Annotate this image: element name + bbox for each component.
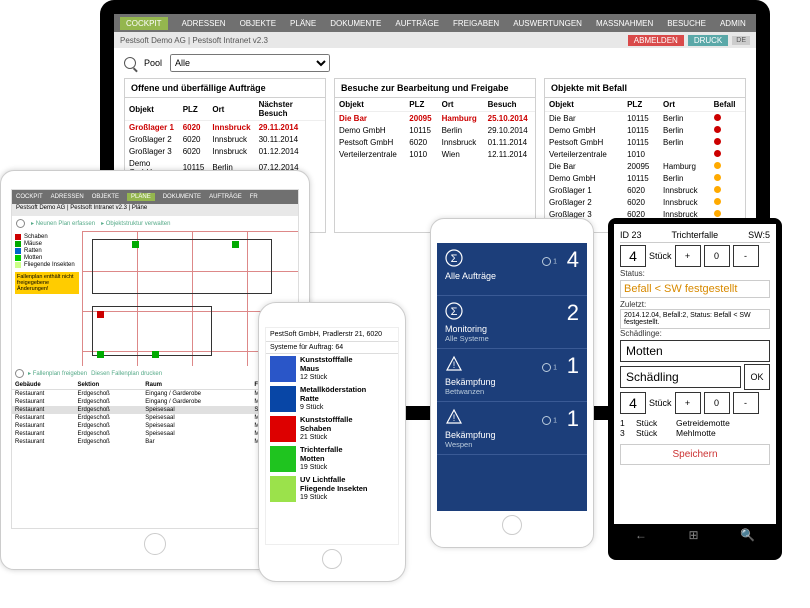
pest-field-1[interactable]: Motten — [620, 340, 770, 362]
gear-icon[interactable] — [15, 369, 24, 378]
panel-visits: Besuche zur Bearbeitung und Freigabe Obj… — [334, 78, 536, 233]
trap-type: Trichterfalle — [671, 230, 718, 240]
system-row[interactable]: MetallköderstationRatte9 Stück — [266, 384, 398, 414]
zero-button[interactable]: 0 — [704, 245, 730, 267]
pool-label: Pool — [144, 58, 162, 68]
tile[interactable]: Σ2MonitoringAlle Systeme — [437, 296, 587, 349]
plus-button[interactable]: + — [675, 392, 701, 414]
nav-massnahmen[interactable]: MASSNAHMEN — [596, 19, 653, 28]
infestation-table: ObjektPLZOrtBefallDie Bar10115BerlinDemo… — [545, 98, 745, 232]
rooms-table: GebäudeSektionRaumFalleRestaurantErdgesc… — [12, 381, 298, 446]
status-label: Status: — [620, 269, 770, 278]
logout-button[interactable]: ABMELDEN — [628, 35, 684, 46]
unit-label: Stück — [649, 251, 672, 261]
panel-title: Besuche zur Bearbeitung und Freigabe — [335, 79, 535, 98]
pests-label: Schädlinge: — [620, 329, 770, 338]
nav-besuche[interactable]: BESUCHE — [667, 19, 706, 28]
windows-icon[interactable]: ⊞ — [688, 528, 698, 542]
home-button[interactable] — [322, 549, 342, 569]
nav-adressen[interactable]: ADRESSEN — [182, 19, 226, 28]
gear-icon[interactable] — [16, 219, 25, 228]
nav-dokumente[interactable]: DOKUMENTE — [330, 19, 381, 28]
print-button[interactable]: DRUCK — [688, 35, 728, 46]
system-row[interactable]: TrichterfalleMotten19 Stück — [266, 444, 398, 474]
system-row[interactable]: UV LichtfalleFliegende Insekten19 Stück — [266, 474, 398, 504]
systems-list: KunststofffalleMaus12 StückMetallköderst… — [266, 354, 398, 504]
tile[interactable]: Σ41Alle Aufträge — [437, 243, 587, 296]
nav-auftraege[interactable]: AUFTRÄGE — [395, 19, 439, 28]
home-button[interactable] — [144, 533, 166, 555]
system-row[interactable]: KunststofffalleSchaben21 Stück — [266, 414, 398, 444]
nav-objekte[interactable]: OBJEKTE — [92, 194, 119, 200]
breadcrumb: Pestsoft Demo AG | Pestsoft Intranet v2.… — [12, 204, 298, 216]
svg-text:Σ: Σ — [451, 306, 458, 318]
home-button[interactable] — [502, 515, 522, 535]
windows-phone-form: ID 23 Trichterfalle SW:5 4 Stück + 0 - S… — [608, 218, 782, 560]
back-icon[interactable]: ← — [635, 528, 647, 542]
svg-text:Σ: Σ — [451, 253, 458, 265]
unit-label: Stück — [649, 398, 672, 408]
open-orders-table: ObjektPLZOrtNächster BesuchGroßlager 160… — [125, 98, 325, 178]
nav-adressen[interactable]: ADRESSEN — [51, 194, 84, 200]
nav-objekte[interactable]: OBJEKTE — [240, 19, 276, 28]
nav-plaene[interactable]: PLÄNE — [290, 19, 316, 28]
last-label: Zuletzt: — [620, 300, 770, 309]
nav-auftraege[interactable]: AUFTRÄGE — [209, 194, 242, 200]
structure-link[interactable]: ▸ Objektstruktur verwalten — [101, 220, 170, 227]
minus-button[interactable]: - — [733, 245, 759, 267]
last-value: 2014.12.04, Befall:2, Status: Befall < S… — [620, 309, 770, 329]
pest-field-2[interactable]: Schädling — [620, 366, 741, 388]
nav-auswertungen[interactable]: AUSWERTUNGEN — [513, 19, 582, 28]
qty2-value: 4 — [620, 392, 646, 414]
pool-select[interactable]: Alle — [170, 54, 330, 72]
lang-select[interactable]: DE — [732, 36, 750, 45]
qty-value: 4 — [620, 245, 646, 267]
panel-infestation: Objekte mit Befall ObjektPLZOrtBefallDie… — [544, 78, 746, 233]
iphone-header: PestSoft GmbH, Pradlerstr 21, 6020 — [266, 328, 398, 342]
svg-text:!: ! — [453, 360, 456, 370]
release-plan-link[interactable]: ▸ Fallenplan freigeben — [28, 370, 87, 377]
iphone-subtitle: Systeme für Auftrag: 64 — [266, 342, 398, 354]
nav-plaene[interactable]: PLÄNE — [127, 193, 155, 201]
nav-cockpit[interactable]: COCKPIT — [120, 17, 168, 30]
trap-sw: SW:5 — [748, 230, 770, 240]
ok-button[interactable]: OK — [744, 364, 770, 390]
breadcrumb: Pestsoft Demo AG | Pestsoft Intranet v2.… — [120, 36, 268, 45]
nav-dokumente[interactable]: DOKUMENTE — [163, 194, 201, 200]
nav-freigaben[interactable]: FREIGABEN — [453, 19, 499, 28]
system-row[interactable]: KunststofffalleMaus12 Stück — [266, 354, 398, 384]
zero-button[interactable]: 0 — [704, 392, 730, 414]
nav-cockpit[interactable]: COCKPIT — [16, 194, 43, 200]
visits-table: ObjektPLZOrtBesuchDie Bar20095Hamburg25.… — [335, 98, 535, 160]
tile[interactable]: !11BekämpfungBettwanzen — [437, 349, 587, 402]
status-value: Befall < SW festgestellt — [620, 280, 770, 298]
search-icon[interactable]: 🔍 — [740, 528, 755, 542]
iphone-device: PestSoft GmbH, Pradlerstr 21, 6020 Syste… — [258, 302, 406, 582]
legend: SchabenMäuseRattenMottenFliegende Insekt… — [12, 231, 82, 366]
nav-admin[interactable]: ADMIN — [720, 19, 746, 28]
new-plan-link[interactable]: ▸ Neunen Plan erfassen — [31, 220, 95, 227]
tile[interactable]: !11BekämpfungWespen — [437, 402, 587, 455]
tiles-screen: Σ41Alle AufträgeΣ2MonitoringAlle Systeme… — [437, 243, 587, 511]
print-plan-link[interactable]: Diesen Fallenplan drucken — [91, 371, 162, 377]
panel-title: Offene und überfällige Aufträge — [125, 79, 325, 98]
windows-phone-tiles: Σ41Alle AufträgeΣ2MonitoringAlle Systeme… — [430, 218, 594, 548]
minus-button[interactable]: - — [733, 392, 759, 414]
plus-button[interactable]: + — [675, 245, 701, 267]
panel-title: Objekte mit Befall — [545, 79, 745, 98]
main-nav: COCKPIT ADRESSEN OBJEKTE PLÄNE DOKUMENTE… — [114, 14, 756, 32]
pest-list: 1StückGetreidemotte3StückMehlmotte — [620, 418, 770, 438]
ipad-nav: COCKPIT ADRESSEN OBJEKTE PLÄNE DOKUMENTE… — [12, 190, 298, 204]
search-icon — [124, 57, 136, 69]
svg-text:!: ! — [453, 413, 456, 423]
save-button[interactable]: Speichern — [620, 444, 770, 465]
nav-fr[interactable]: FR — [250, 194, 258, 200]
trap-id: ID 23 — [620, 230, 642, 240]
